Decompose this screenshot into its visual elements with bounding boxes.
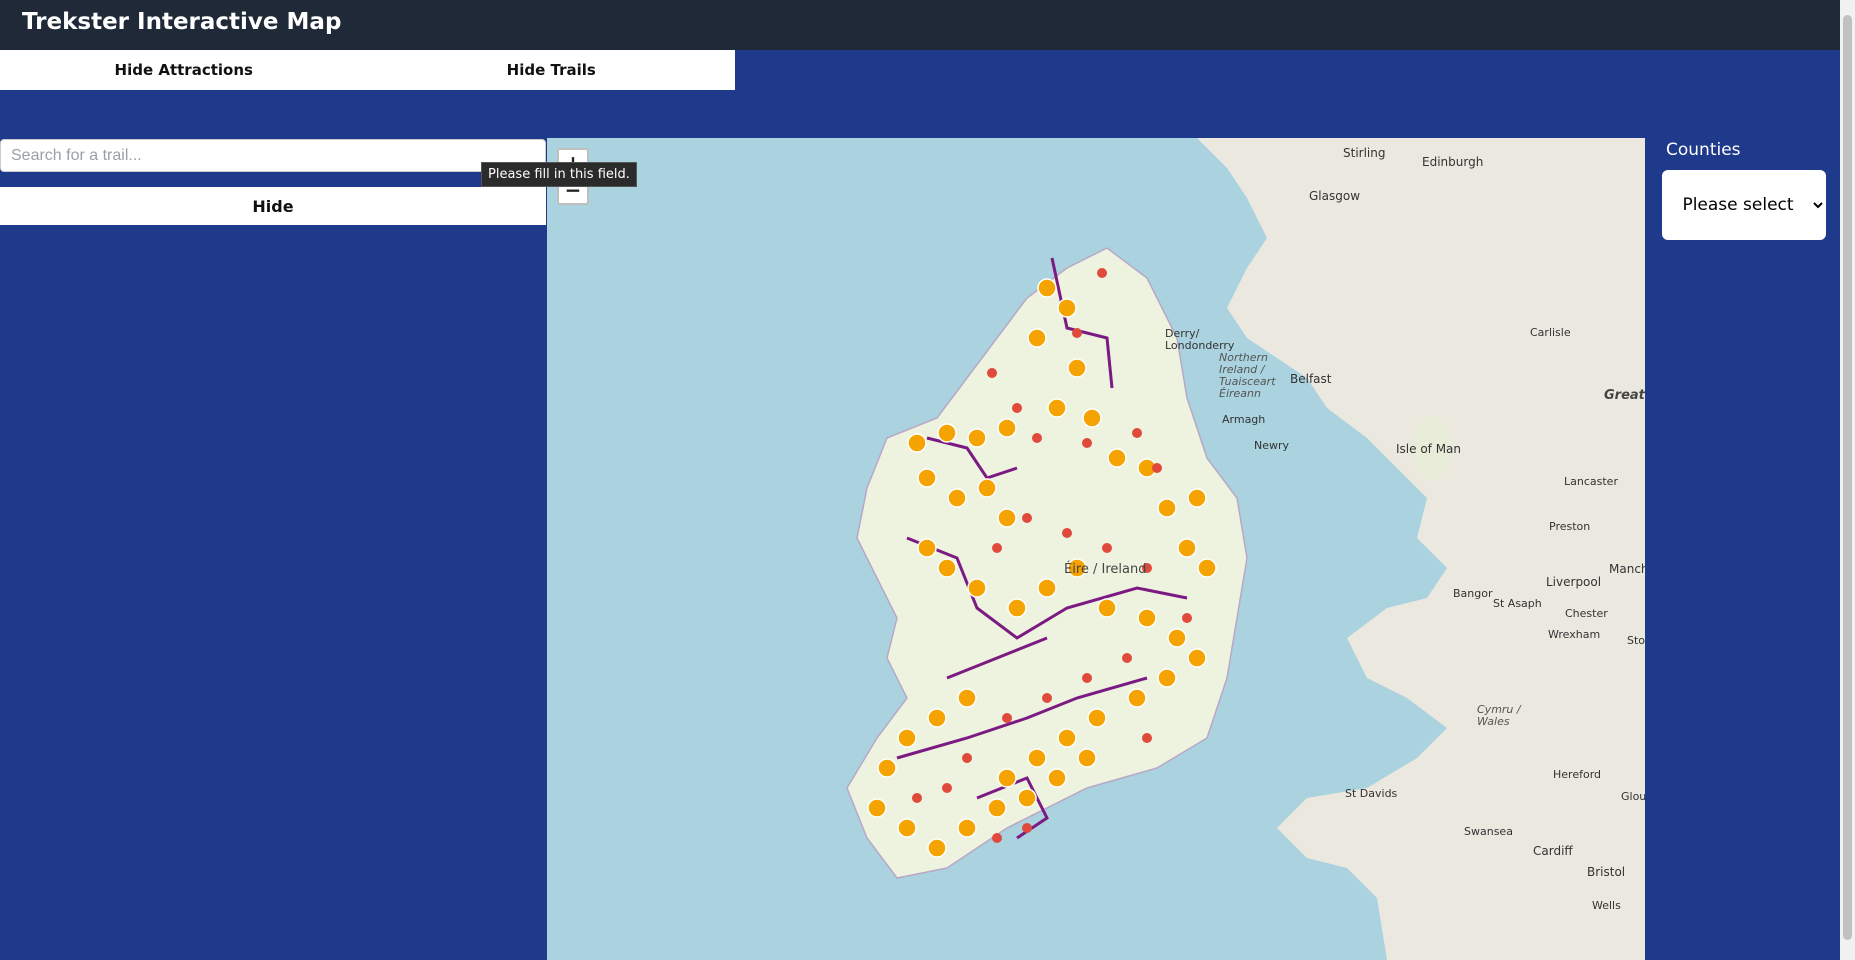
map-label-st-davids: St Davids xyxy=(1345,787,1398,800)
map-label-great: Great xyxy=(1604,388,1645,403)
map-label-newry: Newry xyxy=(1254,439,1290,452)
hide-attractions-button[interactable]: Hide Attractions xyxy=(0,50,368,90)
trail-search-input[interactable] xyxy=(0,139,546,172)
map-label-edinburgh: Edinburgh xyxy=(1422,155,1484,169)
map-label-swansea: Swansea xyxy=(1464,825,1513,838)
scrollbar-thumb[interactable] xyxy=(1843,15,1852,940)
page-scrollbar[interactable] xyxy=(1840,0,1855,960)
map-label-wrexham: Wrexham xyxy=(1548,628,1601,641)
hide-panel-button[interactable]: Hide xyxy=(0,187,546,225)
county-select[interactable]: Please select xyxy=(1662,170,1826,240)
map-label-liverpool: Liverpool xyxy=(1546,575,1602,589)
map-label-st-asaph: St Asaph xyxy=(1493,597,1542,610)
map[interactable]: + − Stirling Edinburgh Glasgow Derry/ Lo… xyxy=(547,138,1645,960)
map-label-stirling: Stirling xyxy=(1343,146,1386,160)
map-label-isle-of-man: Isle of Man xyxy=(1396,442,1462,456)
map-label-manchester: Manch xyxy=(1609,562,1645,576)
map-label-chester: Chester xyxy=(1565,607,1608,620)
map-label-derry: Derry/ Londonderry xyxy=(1165,327,1235,352)
map-label-carlisle: Carlisle xyxy=(1530,326,1571,339)
hide-trails-button[interactable]: Hide Trails xyxy=(367,50,735,90)
map-label-armagh: Armagh xyxy=(1222,413,1266,426)
top-bar: Trekster Interactive Map xyxy=(0,0,1840,50)
map-label-cardiff: Cardiff xyxy=(1533,844,1573,858)
validation-tooltip: Please fill in this field. xyxy=(481,162,637,187)
layer-toggle-bar: Hide Attractions Hide Trails xyxy=(0,50,735,90)
map-label-belfast: Belfast xyxy=(1290,372,1332,386)
map-label-wales: Cymru / Wales xyxy=(1477,703,1521,728)
map-label-northern-ireland: Northern Ireland / Tuaisceart Éireann xyxy=(1219,351,1276,400)
map-label-eire: Éire / Ireland xyxy=(1064,562,1147,577)
map-label-hereford: Hereford xyxy=(1553,768,1602,781)
map-label-bristol: Bristol xyxy=(1587,865,1626,879)
map-label-gloucester: Glouce xyxy=(1621,790,1645,803)
great-britain-land xyxy=(1197,138,1645,960)
map-label-stoke: Stok xyxy=(1627,634,1645,647)
map-label-lancaster: Lancaster xyxy=(1564,475,1618,488)
map-label-bangor: Bangor xyxy=(1453,587,1493,600)
map-label-preston: Preston xyxy=(1549,520,1591,533)
app-title: Trekster Interactive Map xyxy=(22,9,342,35)
counties-label: Counties xyxy=(1666,140,1741,160)
map-label-wells: Wells xyxy=(1592,899,1621,912)
map-label-glasgow: Glasgow xyxy=(1309,189,1361,203)
